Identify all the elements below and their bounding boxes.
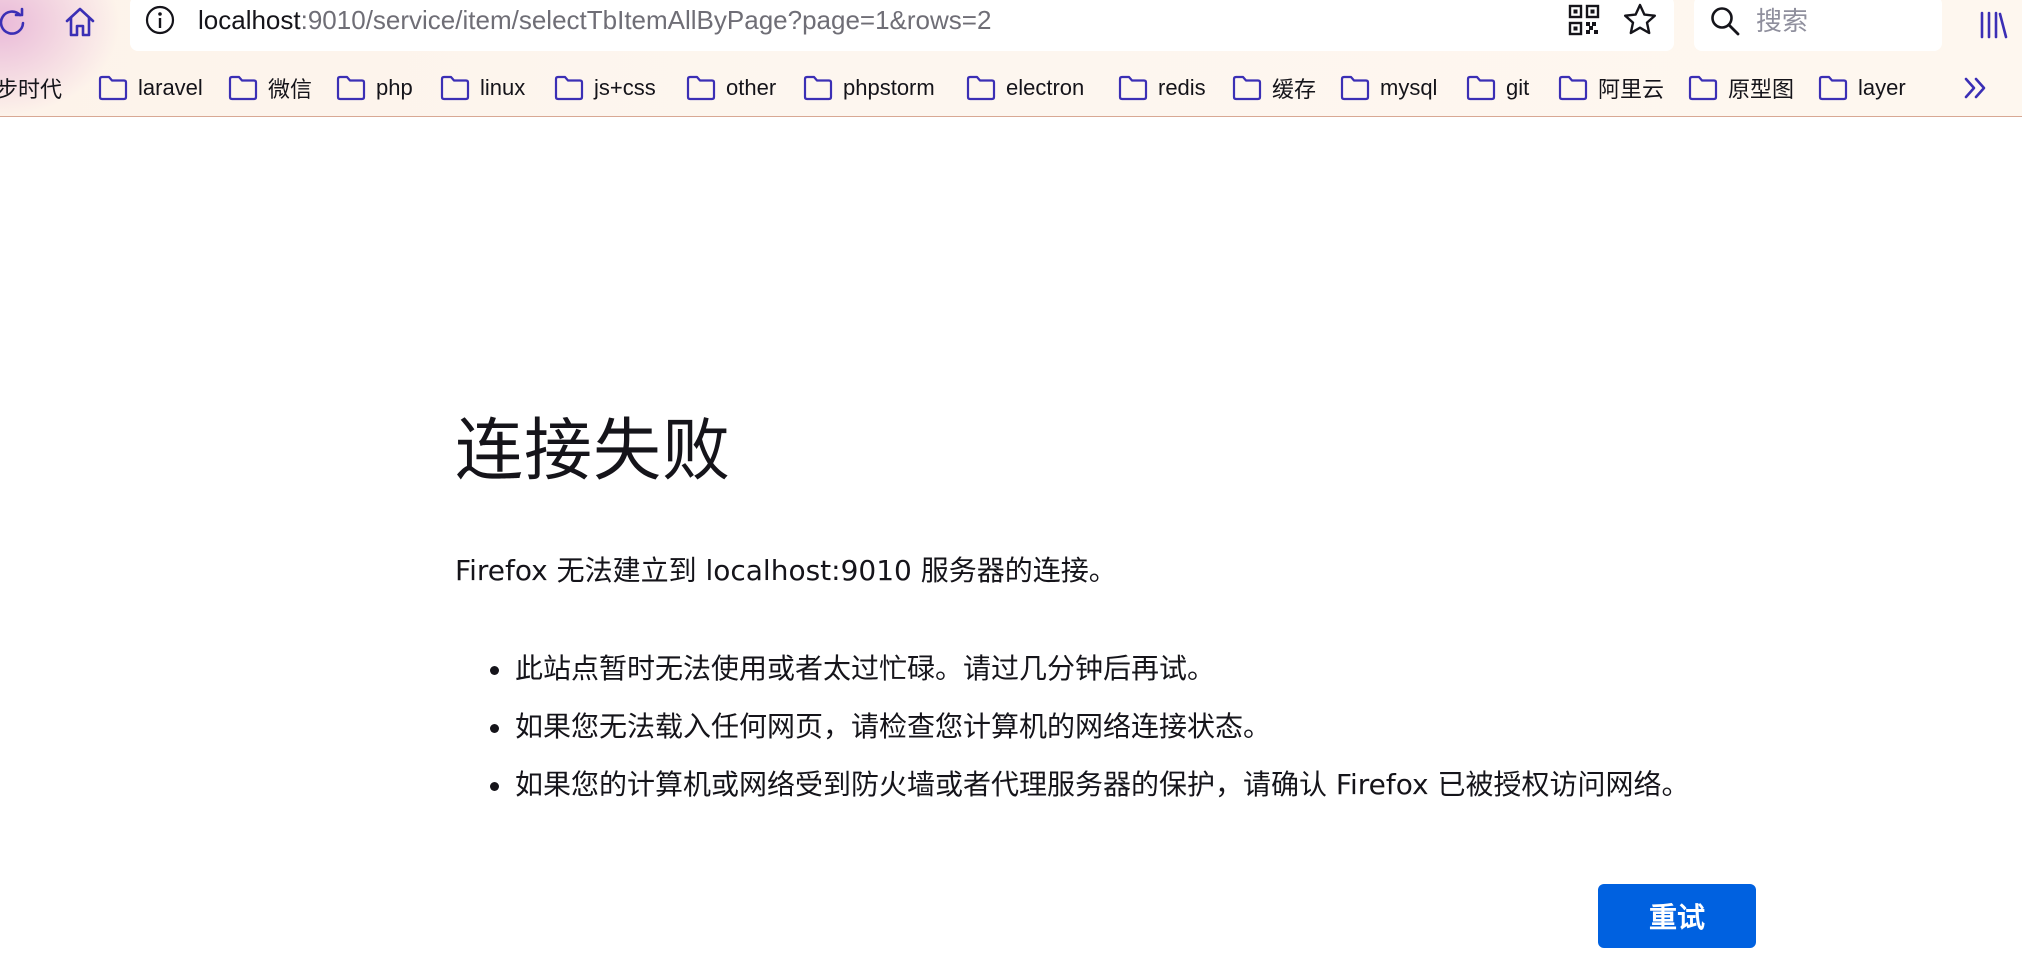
- folder-icon: [336, 75, 366, 101]
- folder-icon: [554, 75, 584, 101]
- bookmark-item[interactable]: linux: [440, 68, 525, 108]
- folder-icon: [1818, 75, 1848, 101]
- bookmark-item[interactable]: 阿里云: [1558, 68, 1664, 108]
- bookmark-item[interactable]: other: [686, 68, 776, 108]
- bookmark-label: 缓存: [1272, 77, 1317, 102]
- url-host: localhost: [198, 5, 301, 35]
- retry-button[interactable]: 重试: [1598, 884, 1756, 948]
- bookmark-item[interactable]: php: [336, 68, 413, 108]
- bookmark-label: 原型图: [1728, 77, 1795, 102]
- folder-icon: [1466, 75, 1496, 101]
- bookmarks-toolbar: 步时代 laravel 微信 php linux js+css other phpstorm e…: [0, 68, 2022, 108]
- search-bar[interactable]: 搜索: [1694, 0, 1942, 51]
- bookmark-label: linux: [480, 75, 526, 100]
- folder-icon: [1688, 75, 1718, 101]
- bookmark-label: phpstorm: [843, 75, 935, 100]
- reload-button[interactable]: [0, 2, 30, 42]
- qr-code-icon[interactable]: [1566, 2, 1602, 38]
- error-description: Firefox 无法建立到 localhost:9010 服务器的连接。: [455, 554, 1117, 587]
- reload-icon: [0, 7, 25, 35]
- bookmark-item[interactable]: redis: [1118, 68, 1206, 108]
- bookmark-item[interactable]: 步时代: [0, 68, 62, 108]
- bookmark-item[interactable]: layer: [1818, 68, 1906, 108]
- folder-icon: [1118, 75, 1148, 101]
- bookmark-label: redis: [1158, 75, 1206, 100]
- folder-icon: [228, 75, 258, 101]
- home-button[interactable]: [60, 2, 100, 42]
- library-icon[interactable]: [1976, 4, 2010, 44]
- bookmark-label: laravel: [138, 75, 203, 100]
- bookmark-label: js+css: [594, 75, 656, 100]
- bookmark-label: electron: [1006, 75, 1085, 100]
- bookmark-label: 阿里云: [1598, 77, 1665, 102]
- bookmark-label: layer: [1858, 75, 1906, 100]
- url-path: :9010/service/item/selectTbItemAllByPage…: [300, 5, 992, 35]
- folder-icon: [98, 75, 128, 101]
- folder-icon: [440, 75, 470, 101]
- folder-icon: [686, 75, 716, 101]
- browser-chrome: localhost:9010/service/item/selectTbItem…: [0, 0, 2022, 117]
- bookmark-label: php: [376, 75, 413, 100]
- list-item: 如果您无法载入任何网页，请检查您计算机的网络连接状态。: [455, 708, 1689, 746]
- folder-icon: [966, 75, 996, 101]
- folder-icon: [803, 75, 833, 101]
- bookmark-item[interactable]: 微信: [228, 68, 312, 108]
- folder-icon: [1558, 75, 1588, 101]
- error-reasons-list: 此站点暂时无法使用或者太过忙碌。请过几分钟后再试。 如果您无法载入任何网页，请检…: [455, 650, 1689, 824]
- bookmark-label: mysql: [1380, 75, 1438, 100]
- bookmark-label: git: [1506, 75, 1530, 100]
- list-item: 如果您的计算机或网络受到防火墙或者代理服务器的保护，请确认 Firefox 已被…: [455, 766, 1689, 804]
- bookmark-item[interactable]: 原型图: [1688, 68, 1794, 108]
- search-icon: [1708, 4, 1742, 38]
- bookmarks-overflow-button[interactable]: [1958, 70, 1994, 106]
- url-bar[interactable]: localhost:9010/service/item/selectTbItem…: [130, 0, 1674, 51]
- bookmark-item[interactable]: electron: [966, 68, 1084, 108]
- bookmark-item[interactable]: mysql: [1340, 68, 1437, 108]
- list-item: 此站点暂时无法使用或者太过忙碌。请过几分钟后再试。: [455, 650, 1689, 688]
- bookmark-item[interactable]: js+css: [554, 68, 656, 108]
- info-icon[interactable]: [142, 2, 178, 38]
- bookmark-item[interactable]: 缓存: [1232, 68, 1316, 108]
- folder-icon: [1340, 75, 1370, 101]
- bookmark-item[interactable]: laravel: [98, 68, 203, 108]
- url-text[interactable]: localhost:9010/service/item/selectTbItem…: [198, 4, 991, 36]
- error-title: 连接失败: [455, 412, 732, 491]
- home-icon: [65, 7, 95, 37]
- star-icon[interactable]: [1620, 0, 1660, 40]
- bookmark-item[interactable]: phpstorm: [803, 68, 935, 108]
- bookmark-label: 微信: [268, 77, 313, 102]
- search-placeholder: 搜索: [1756, 7, 1809, 37]
- bookmark-item[interactable]: git: [1466, 68, 1529, 108]
- bookmark-label: other: [726, 75, 777, 100]
- bookmark-label: 步时代: [0, 77, 63, 102]
- folder-icon: [1232, 75, 1262, 101]
- chevron-double-right-icon: [1964, 77, 1986, 99]
